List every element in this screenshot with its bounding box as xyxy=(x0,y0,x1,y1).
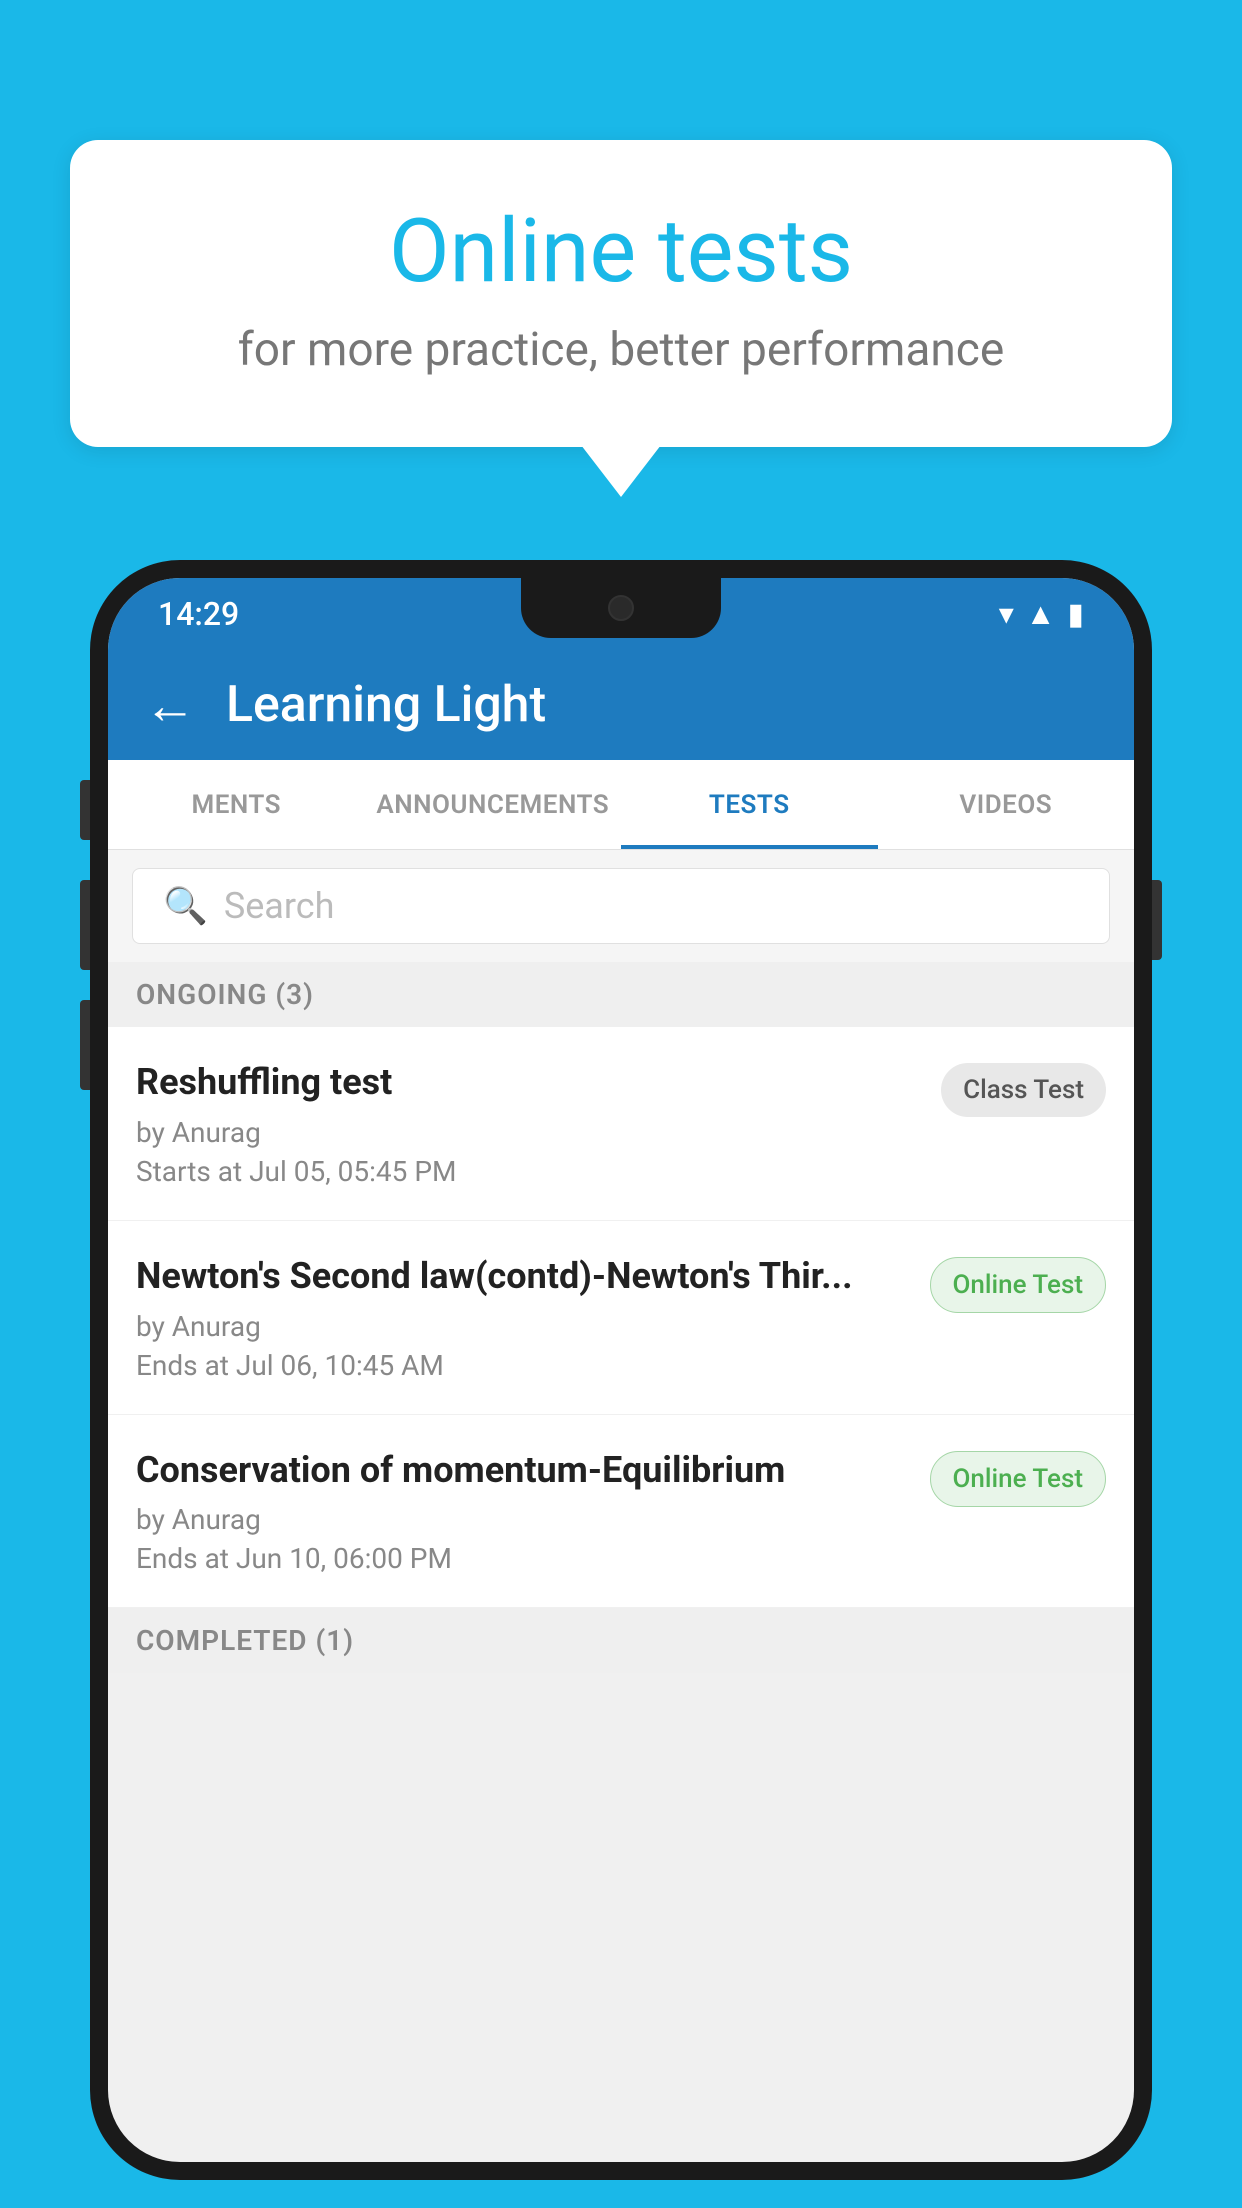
completed-label: COMPLETED (1) xyxy=(136,1624,354,1657)
app-title: Learning Light xyxy=(226,676,546,734)
phone-outer: 14:29 ▾ ▲ ▮ ← Learning Light MENTS ANNOU… xyxy=(90,560,1152,2180)
phone-notch xyxy=(521,578,721,638)
test-info-1: Reshuffling test by Anurag Starts at Jul… xyxy=(136,1059,941,1188)
test-author-3: by Anurag xyxy=(136,1503,910,1536)
app-header: ← Learning Light xyxy=(108,650,1134,760)
signal-icon: ▲ xyxy=(1026,597,1056,632)
test-badge-1: Class Test xyxy=(941,1063,1106,1117)
status-icons: ▾ ▲ ▮ xyxy=(999,597,1084,632)
tab-announcements[interactable]: ANNOUNCEMENTS xyxy=(365,760,622,849)
tab-videos[interactable]: VIDEOS xyxy=(878,760,1135,849)
test-name-1: Reshuffling test xyxy=(136,1059,921,1106)
tab-tests[interactable]: TESTS xyxy=(621,760,878,849)
battery-icon: ▮ xyxy=(1067,597,1084,632)
test-name-3: Conservation of momentum-Equilibrium xyxy=(136,1447,910,1494)
phone-camera xyxy=(608,595,634,621)
test-info-2: Newton's Second law(contd)-Newton's Thir… xyxy=(136,1253,930,1382)
status-time: 14:29 xyxy=(158,595,239,633)
test-item-3[interactable]: Conservation of momentum-Equilibrium by … xyxy=(108,1415,1134,1609)
test-badge-3: Online Test xyxy=(930,1451,1107,1507)
search-icon: 🔍 xyxy=(163,885,208,927)
phone-power-button xyxy=(1152,880,1162,960)
search-bar[interactable]: 🔍 Search xyxy=(132,868,1110,944)
speech-bubble: Online tests for more practice, better p… xyxy=(70,140,1172,447)
ongoing-label: ONGOING (3) xyxy=(136,978,314,1011)
test-time-2: Ends at Jul 06, 10:45 AM xyxy=(136,1349,910,1382)
ongoing-section-header: ONGOING (3) xyxy=(108,962,1134,1027)
phone-mute-button xyxy=(80,780,90,840)
test-time-1: Starts at Jul 05, 05:45 PM xyxy=(136,1155,921,1188)
test-author-2: by Anurag xyxy=(136,1310,910,1343)
tabs-bar: MENTS ANNOUNCEMENTS TESTS VIDEOS xyxy=(108,760,1134,850)
phone-volume-up-button xyxy=(80,880,90,970)
test-badge-2: Online Test xyxy=(930,1257,1107,1313)
search-placeholder: Search xyxy=(224,885,335,927)
test-item-1[interactable]: Reshuffling test by Anurag Starts at Jul… xyxy=(108,1027,1134,1221)
test-info-3: Conservation of momentum-Equilibrium by … xyxy=(136,1447,930,1576)
test-item-2[interactable]: Newton's Second law(contd)-Newton's Thir… xyxy=(108,1221,1134,1415)
test-time-3: Ends at Jun 10, 06:00 PM xyxy=(136,1542,910,1575)
search-container: 🔍 Search xyxy=(108,850,1134,962)
phone-wrapper: 14:29 ▾ ▲ ▮ ← Learning Light MENTS ANNOU… xyxy=(90,560,1152,2208)
bubble-subtitle: for more practice, better performance xyxy=(150,323,1092,377)
completed-section-header: COMPLETED (1) xyxy=(108,1608,1134,1673)
phone-volume-down-button xyxy=(80,1000,90,1090)
test-name-2: Newton's Second law(contd)-Newton's Thir… xyxy=(136,1253,910,1300)
phone-screen: 14:29 ▾ ▲ ▮ ← Learning Light MENTS ANNOU… xyxy=(108,578,1134,2162)
test-author-1: by Anurag xyxy=(136,1116,921,1149)
bubble-title: Online tests xyxy=(150,200,1092,303)
back-button[interactable]: ← xyxy=(144,675,196,736)
test-list: Reshuffling test by Anurag Starts at Jul… xyxy=(108,1027,1134,1608)
tab-ments[interactable]: MENTS xyxy=(108,760,365,849)
wifi-icon: ▾ xyxy=(999,597,1014,632)
speech-bubble-container: Online tests for more practice, better p… xyxy=(70,140,1172,447)
